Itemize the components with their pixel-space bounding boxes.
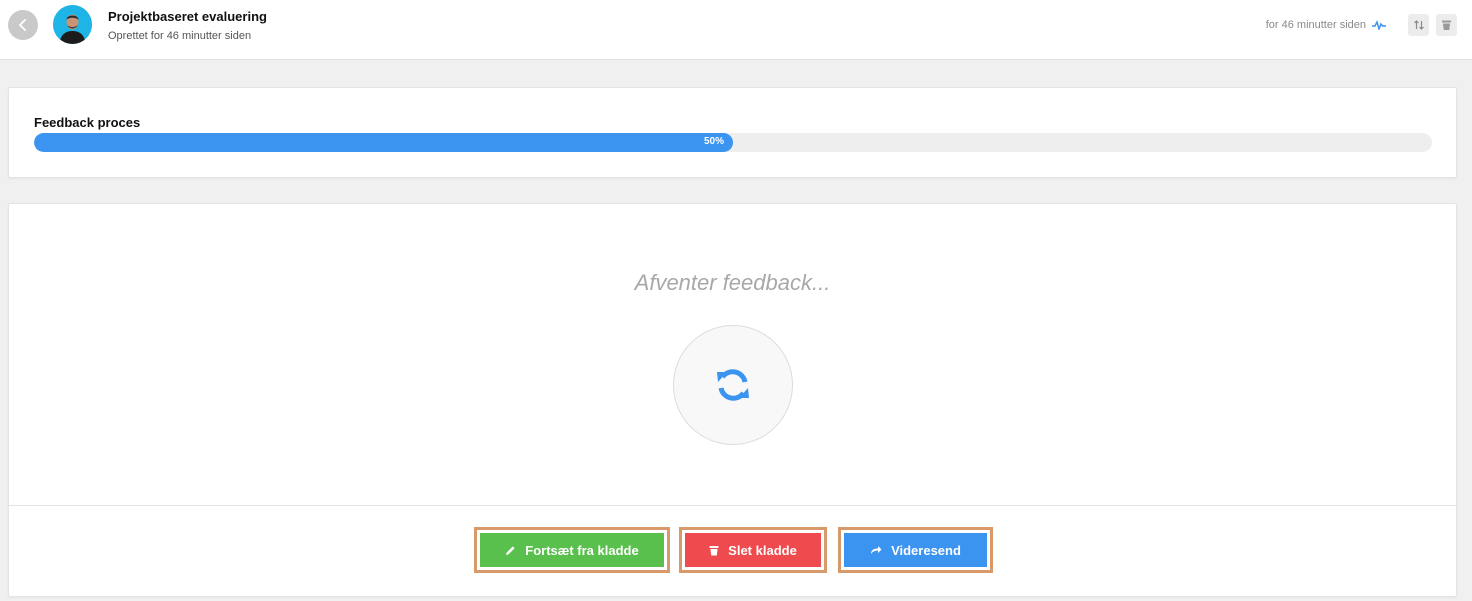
trash-icon [1442, 20, 1451, 30]
continue-draft-highlight: Fortsæt fra kladde [474, 527, 670, 573]
progress-card: Feedback proces 50% [8, 87, 1457, 178]
pencil-icon [506, 545, 515, 555]
progress-percent: 50% [703, 136, 724, 147]
divider [9, 505, 1456, 506]
continue-draft-label: Fortsæt fra kladde [525, 542, 639, 558]
activity-pulse-icon [1372, 20, 1386, 30]
progress-fill: 50% [34, 133, 733, 152]
refresh-indicator [673, 325, 793, 445]
sort-arrows-icon [1413, 20, 1424, 30]
back-button[interactable] [8, 10, 38, 40]
forward-highlight: Videresend [838, 527, 993, 573]
delete-draft-button[interactable]: Slet kladde [685, 533, 821, 567]
top-bar: Projektbaseret evaluering Oprettet for 4… [0, 0, 1472, 60]
chevron-left-icon [18, 19, 26, 31]
waiting-message: Afventer feedback... [634, 270, 831, 295]
page-title: Projektbaseret evaluering [108, 9, 267, 24]
share-arrow-icon [871, 546, 882, 554]
refresh-icon [717, 369, 749, 401]
last-updated-text: for 46 minutter siden [1265, 19, 1366, 31]
page-subtitle: Oprettet for 46 minutter siden [108, 30, 252, 42]
delete-draft-label: Slet kladde [728, 542, 797, 558]
forward-button[interactable]: Videresend [844, 533, 987, 567]
forward-label: Videresend [891, 542, 961, 558]
progress-bar: 50% [34, 133, 1432, 152]
sort-button[interactable] [1408, 14, 1429, 36]
avatar [53, 5, 92, 44]
last-updated: for 46 minutter siden [1266, 19, 1386, 31]
trash-icon [709, 545, 719, 555]
feedback-card: Afventer feedback... Fortsæt fra kladde … [8, 203, 1457, 597]
delete-button[interactable] [1436, 14, 1457, 36]
delete-draft-highlight: Slet kladde [679, 527, 827, 573]
continue-draft-button[interactable]: Fortsæt fra kladde [480, 533, 664, 567]
progress-label: Feedback proces [34, 115, 141, 130]
user-photo-icon [53, 5, 92, 44]
